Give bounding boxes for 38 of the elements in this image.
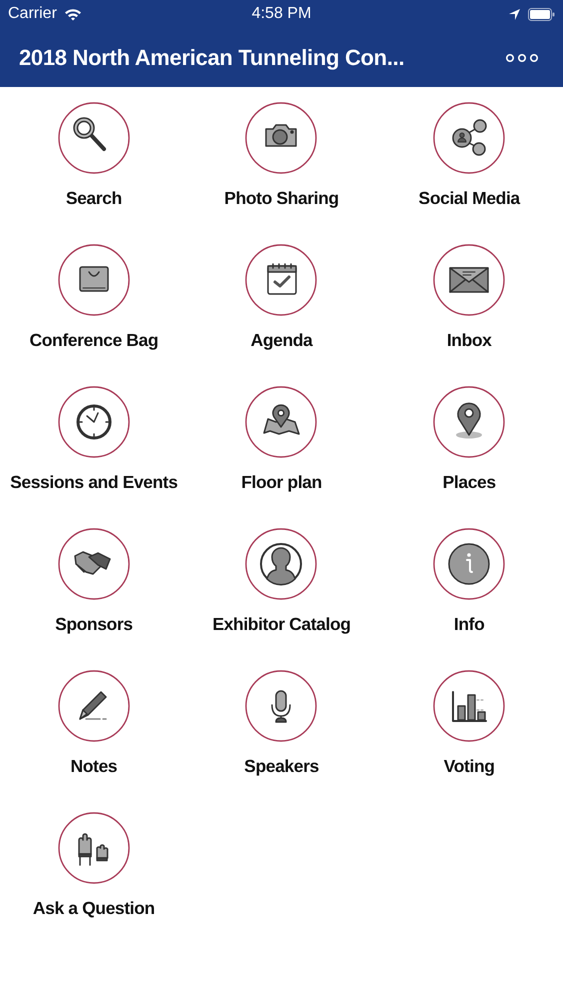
battery-icon	[528, 8, 555, 20]
menu-tile[interactable]: Sessions and Events	[0, 386, 188, 528]
raised-hands-icon	[58, 812, 130, 884]
menu-tile[interactable]: Notes	[0, 670, 188, 812]
info-icon	[433, 528, 506, 600]
location-pin-icon	[433, 386, 506, 458]
menu-tile[interactable]: Ask a Question	[0, 812, 188, 954]
carrier-label: Carrier	[8, 5, 57, 23]
person-icon	[245, 528, 318, 600]
calendar-icon	[245, 244, 318, 316]
menu-tile[interactable]: Inbox	[375, 244, 563, 386]
app-title: 2018 North American Tunneling Con...	[19, 44, 404, 70]
pen-icon	[58, 670, 130, 742]
wifi-icon	[64, 8, 82, 20]
more-icon	[505, 52, 539, 62]
menu-tile[interactable]: Info	[375, 528, 563, 670]
menu-tile[interactable]: Agenda	[188, 244, 376, 386]
menu-tile[interactable]: Conference Bag	[0, 244, 188, 386]
microphone-icon	[245, 670, 318, 742]
menu-tile[interactable]: Photo Sharing	[188, 102, 376, 244]
menu-tile[interactable]: Floor plan	[188, 386, 376, 528]
search-icon	[58, 102, 130, 174]
menu-tile[interactable]: Social Media	[375, 102, 563, 244]
menu-tile[interactable]: Search	[0, 102, 188, 244]
clock-icon	[58, 386, 130, 458]
envelope-icon	[433, 244, 506, 316]
camera-icon	[245, 102, 318, 174]
menu-tile[interactable]: Exhibitor Catalog	[188, 528, 376, 670]
menu-tile[interactable]: Voting	[375, 670, 563, 812]
bag-icon	[58, 244, 130, 316]
menu-tile[interactable]: Speakers	[188, 670, 376, 812]
clock-time: 4:58 PM	[252, 5, 312, 23]
share-icon	[433, 102, 506, 174]
location-arrow-icon	[508, 8, 521, 20]
menu-tile[interactable]: Places	[375, 386, 563, 528]
menu-tile[interactable]: Sponsors	[0, 528, 188, 670]
bar-chart-icon	[433, 670, 506, 742]
map-pin-icon	[245, 386, 318, 458]
